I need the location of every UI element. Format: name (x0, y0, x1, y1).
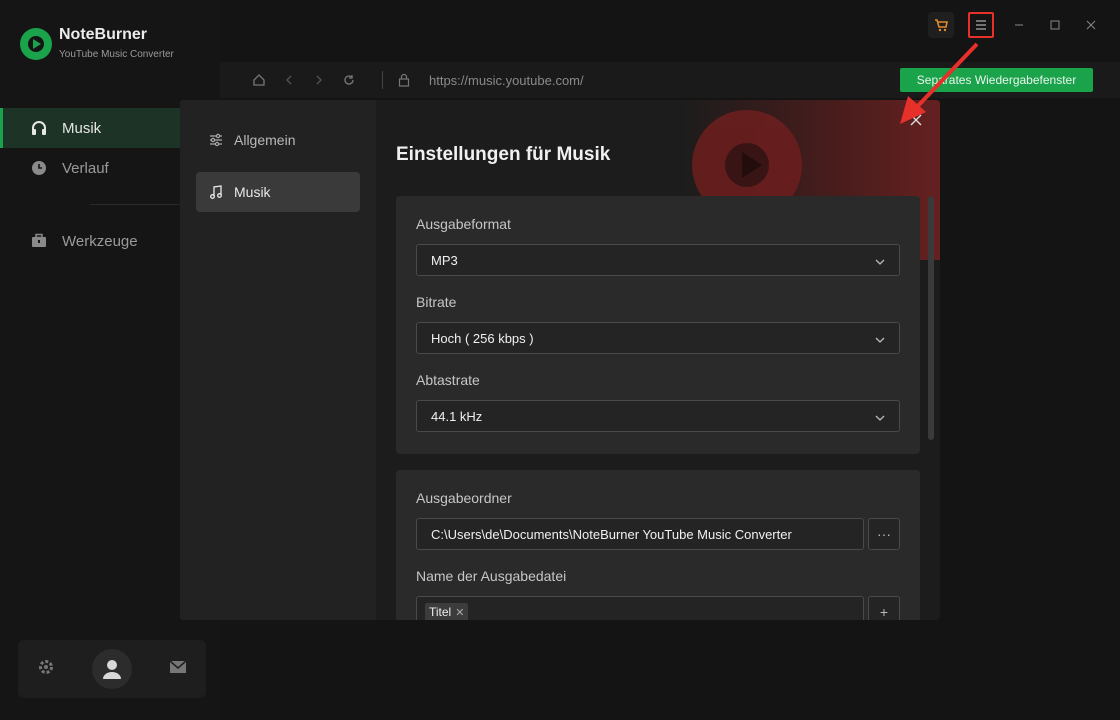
settings-dialog: Allgemein Musik Einstellungen für Musik … (180, 100, 940, 620)
output-folder-label: Ausgabeordner (416, 490, 512, 506)
minimize-icon[interactable] (1008, 12, 1030, 38)
filename-tag-label: Titel (429, 605, 452, 619)
sidebar-bottom-bar (18, 640, 206, 698)
settings-tab-musik[interactable]: Musik (196, 172, 360, 212)
sliders-icon (208, 132, 224, 148)
mail-icon[interactable] (169, 659, 187, 680)
lock-icon (395, 71, 413, 89)
cart-icon[interactable] (928, 12, 954, 38)
music-note-icon (208, 184, 224, 200)
brand-name: NoteBurner (59, 26, 148, 43)
page-title: Einstellungen für Musik (396, 144, 611, 165)
settings-gear-icon[interactable] (37, 658, 55, 681)
sidebar-divider (90, 204, 190, 205)
settings-tab-label: Allgemein (234, 132, 296, 148)
close-icon[interactable] (906, 110, 926, 130)
sidebar-item-label: Verlauf (62, 159, 109, 177)
output-filename-label: Name der Ausgabedatei (416, 568, 567, 584)
settings-scrollbar[interactable] (928, 196, 934, 440)
remove-tag-icon[interactable]: ✕ (455, 606, 464, 619)
home-icon[interactable] (250, 71, 268, 89)
settings-tab-allgemein[interactable]: Allgemein (196, 120, 360, 160)
output-format-label: Ausgabeformat (416, 216, 511, 232)
browse-folder-button[interactable]: ··· (868, 518, 900, 550)
clock-icon (30, 159, 48, 177)
address-bar: https://music.youtube.com/ Separates Wie… (220, 62, 1120, 98)
sample-rate-value: 44.1 kHz (431, 408, 483, 424)
add-filename-tag-button[interactable]: + (868, 596, 900, 620)
avatar[interactable] (91, 649, 132, 689)
address-separator (382, 71, 383, 89)
bitrate-select[interactable]: Hoch ( 256 kbps ) (416, 322, 900, 354)
titlebar-controls (928, 12, 1102, 38)
menu-icon[interactable] (968, 12, 994, 38)
noteburner-logo-icon (20, 28, 52, 60)
settings-nav: Allgemein Musik (180, 100, 376, 620)
format-settings-card: Ausgabeformat MP3 Bitrate Hoch ( 256 kbp… (396, 196, 920, 454)
output-settings-card: Ausgabeordner C:\Users\de\Documents\Note… (396, 470, 920, 620)
url-field[interactable]: https://music.youtube.com/ (429, 73, 584, 88)
settings-content: Einstellungen für Musik Ausgabeformat MP… (376, 100, 940, 620)
output-filename-field[interactable]: Titel ✕ (416, 596, 864, 620)
separate-window-button[interactable]: Separates Wiedergabefenster (900, 68, 1093, 92)
refresh-icon[interactable] (340, 71, 358, 89)
sidebar-item-label: Werkzeuge (62, 232, 138, 250)
output-folder-field[interactable]: C:\Users\de\Documents\NoteBurner YouTube… (416, 518, 864, 550)
settings-tab-label: Musik (234, 184, 271, 200)
maximize-icon[interactable] (1044, 12, 1066, 38)
chevron-down-icon (875, 333, 885, 343)
chevron-down-icon (875, 255, 885, 265)
brand-subtitle: YouTube Music Converter (59, 49, 174, 60)
toolbox-icon (30, 232, 48, 250)
chevron-down-icon (875, 411, 885, 421)
sidebar-item-label: Musik (62, 119, 102, 137)
filename-tag: Titel ✕ (425, 603, 469, 620)
bitrate-label: Bitrate (416, 294, 457, 310)
output-format-value: MP3 (431, 252, 458, 268)
output-format-select[interactable]: MP3 (416, 244, 900, 276)
app-window: NoteBurner YouTube Music Converter Musik… (0, 0, 1120, 720)
sample-rate-label: Abtastrate (416, 372, 480, 388)
sample-rate-select[interactable]: 44.1 kHz (416, 400, 900, 432)
headphones-icon (30, 119, 48, 137)
back-icon[interactable] (280, 71, 298, 89)
bitrate-value: Hoch ( 256 kbps ) (431, 330, 534, 346)
close-window-icon[interactable] (1080, 12, 1102, 38)
forward-icon[interactable] (310, 71, 328, 89)
brand: NoteBurner YouTube Music Converter (20, 26, 174, 60)
play-triangle-icon (742, 152, 762, 178)
